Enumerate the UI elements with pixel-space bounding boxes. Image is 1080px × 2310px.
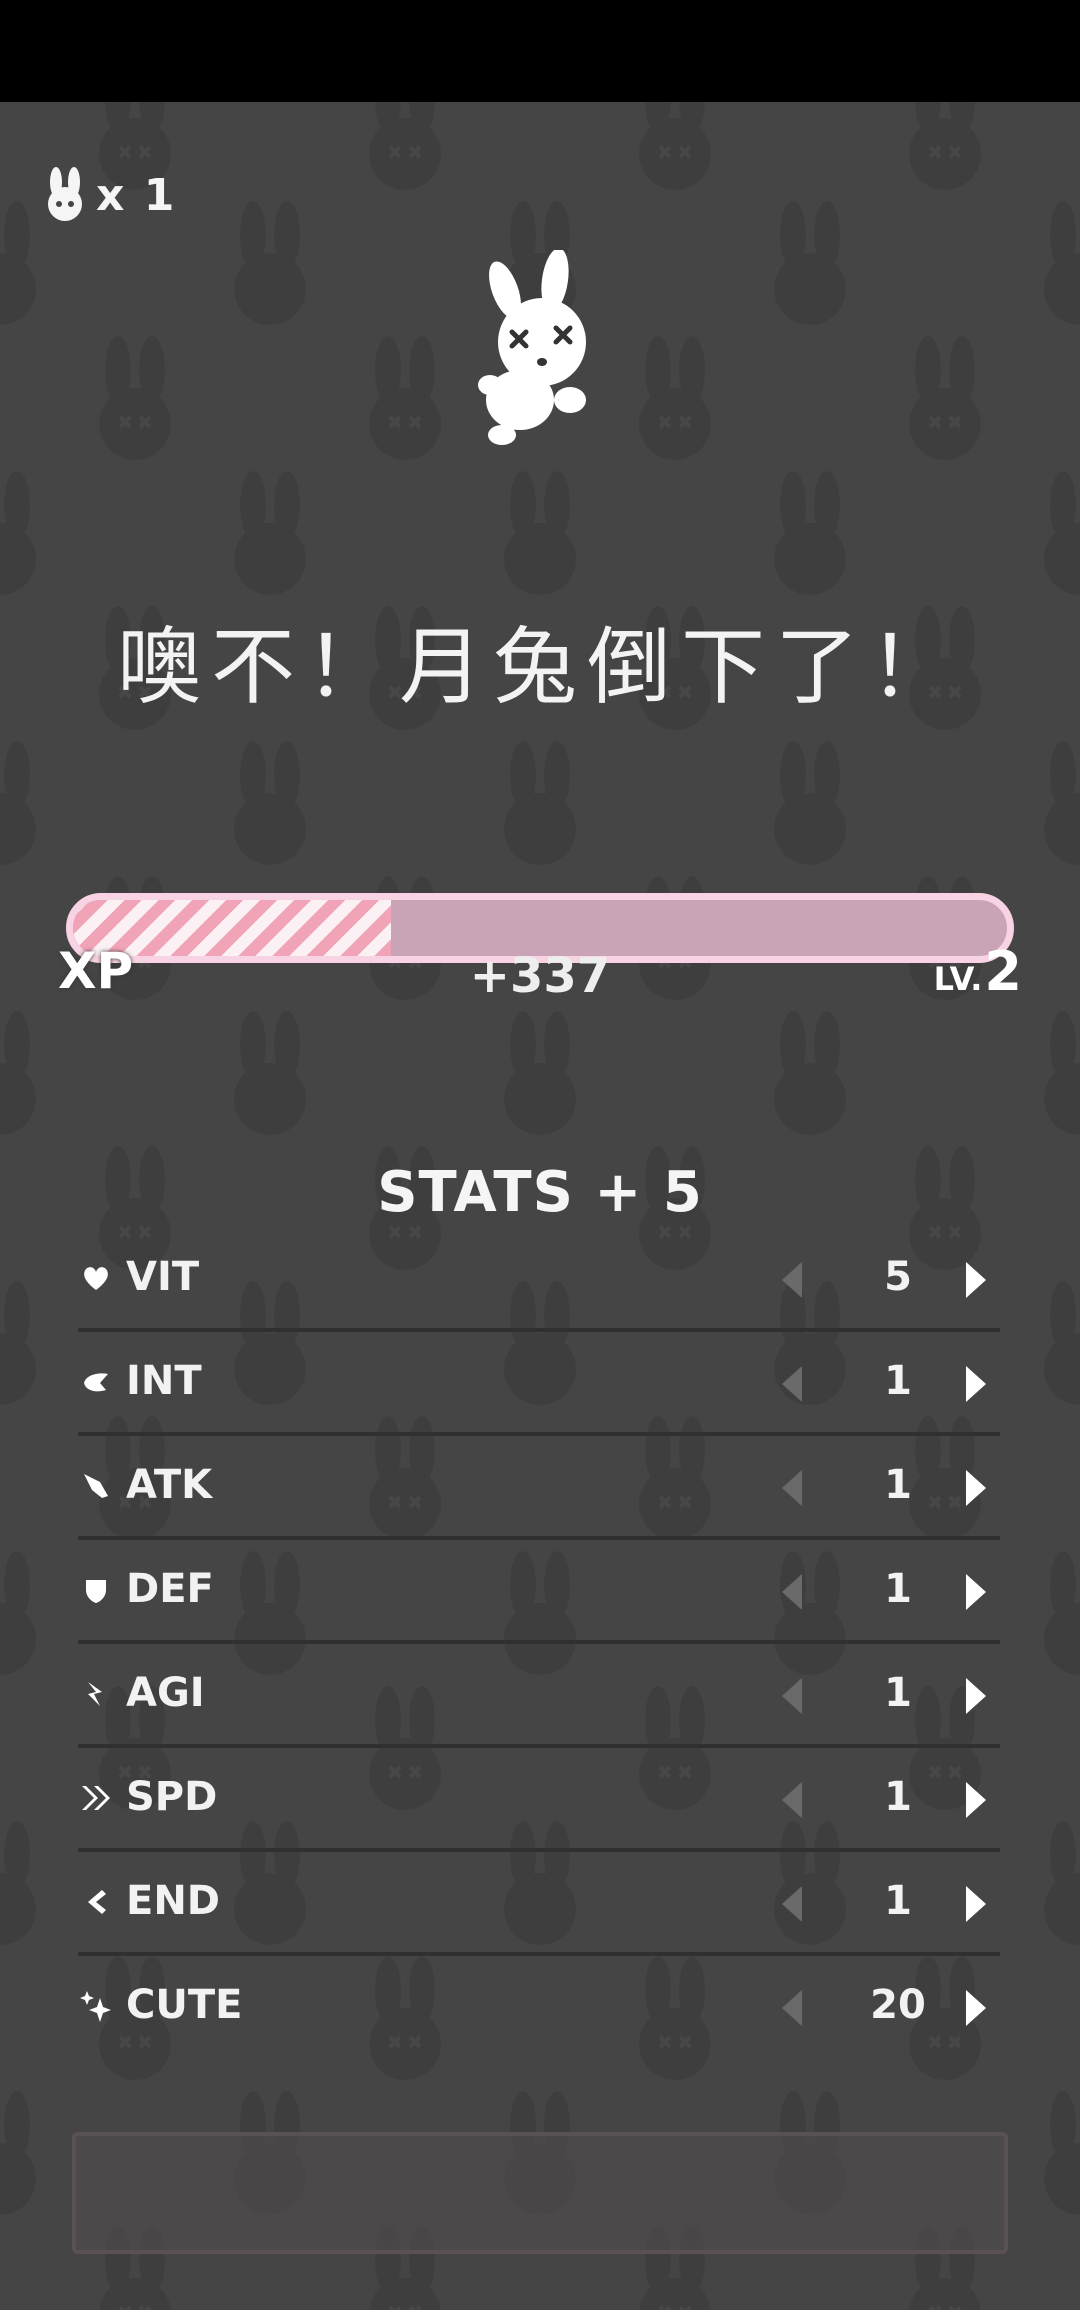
stat-value: 1 [884,1462,912,1508]
stat-value: 1 [884,1878,912,1924]
stat-row-spd: SPD 1 [78,1748,1000,1852]
game-over-title: 噢不！月兔倒下了！ [116,618,963,716]
level-indicator: LV. 2 [934,940,1022,1003]
xp-label: XP [58,942,134,1000]
decrease-arrow-icon[interactable] [778,1468,804,1508]
stat-name: DEF [126,1566,214,1612]
increase-arrow-icon[interactable] [964,1260,990,1300]
stat-value: 1 [884,1774,912,1820]
increase-arrow-icon[interactable] [964,1676,990,1716]
decrease-arrow-icon[interactable] [778,1676,804,1716]
double-chevron-icon [82,1786,110,1810]
stat-row-def: DEF 1 [78,1540,1000,1644]
decrease-arrow-icon[interactable] [778,1260,804,1300]
increase-arrow-icon[interactable] [964,1884,990,1924]
shield-icon [86,1580,106,1603]
stat-name: SPD [126,1774,218,1820]
increase-arrow-icon[interactable] [964,1468,990,1508]
stat-row-vit: VIT 5 [78,1228,1000,1332]
status-bar [0,0,1080,102]
increase-arrow-icon[interactable] [964,1364,990,1404]
stat-value: 1 [884,1566,912,1612]
stats-points-title: STATS + 5 [377,1160,703,1225]
agility-arrow-icon [88,1682,102,1706]
stat-name: AGI [126,1670,205,1716]
decrease-arrow-icon[interactable] [778,1364,804,1404]
stat-name: ATK [126,1462,213,1508]
increase-arrow-icon[interactable] [964,1572,990,1612]
increase-arrow-icon[interactable] [964,1988,990,2028]
stat-value: 1 [884,1670,912,1716]
lives-count: x 1 [96,169,177,221]
decrease-arrow-icon[interactable] [778,1988,804,2028]
bunny-head-icon [48,167,82,221]
level-prefix: LV. [933,960,983,998]
increase-arrow-icon[interactable] [964,1780,990,1820]
stat-value: 1 [884,1358,912,1404]
confirm-button[interactable] [72,2132,1008,2254]
brain-icon [84,1373,108,1392]
stat-row-int: INT 1 [78,1332,1000,1436]
stat-row-agi: AGI 1 [78,1644,1000,1748]
stats-list: VIT 5 INT 1 ATK 1 DEF 1 AGI 1 SPD 1 END … [78,1228,1000,2060]
decrease-arrow-icon[interactable] [778,1780,804,1820]
xp-gain: +337 [469,948,611,1004]
sword-icon [84,1474,108,1498]
stat-value: 5 [884,1254,912,1300]
decrease-arrow-icon[interactable] [778,1572,804,1612]
decrease-arrow-icon[interactable] [778,1884,804,1924]
stat-name: INT [126,1358,202,1404]
stat-name: END [126,1878,221,1924]
stat-name: CUTE [126,1982,243,2028]
heart-icon [84,1267,108,1290]
stat-row-atk: ATK 1 [78,1436,1000,1540]
fallen-bunny-icon [478,250,586,445]
stat-name: VIT [126,1254,200,1300]
level-number: 2 [984,940,1022,1003]
endurance-icon [88,1890,106,1914]
lives-counter: x 1 [40,166,176,224]
stat-row-cute: CUTE 20 [78,1956,1000,2060]
stat-row-end: END 1 [78,1852,1000,1956]
sparkle-icon [80,1991,111,2022]
stat-value: 20 [870,1982,926,2028]
